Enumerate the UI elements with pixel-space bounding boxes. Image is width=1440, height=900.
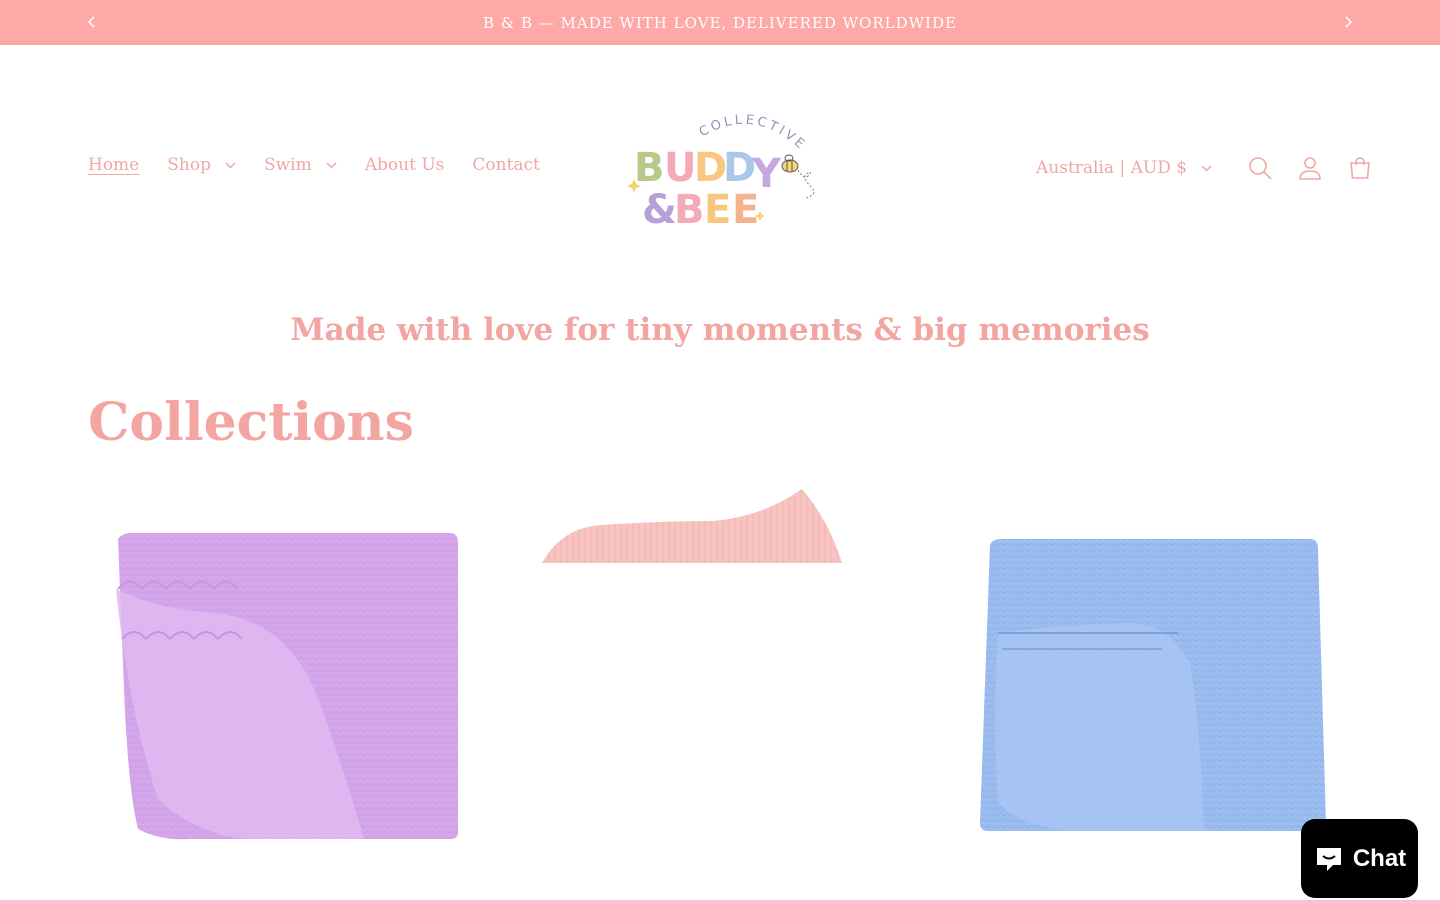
search-button[interactable] xyxy=(1238,146,1282,190)
logo-mark: COLLECTIVE B U D D Y & B E E xyxy=(627,113,815,233)
svg-text:E: E xyxy=(732,187,759,231)
collection-card-pink[interactable] xyxy=(540,489,846,565)
svg-text:B: B xyxy=(634,145,665,191)
svg-text:U: U xyxy=(664,145,696,191)
nav-item-label: Shop xyxy=(167,155,211,175)
account-button[interactable] xyxy=(1288,146,1332,190)
cart-icon xyxy=(1350,157,1370,179)
collection-image xyxy=(88,489,480,869)
collection-image xyxy=(968,489,1340,841)
nav-item-contact[interactable]: Contact xyxy=(472,155,540,175)
nav-item-label: Swim xyxy=(263,155,312,175)
chevron-down-icon xyxy=(326,161,337,169)
svg-text:&: & xyxy=(642,187,677,231)
nav-item-label: Contact xyxy=(472,155,540,175)
main-nav: Home Shop Swim About Us Contact xyxy=(88,155,568,175)
chevron-down-icon xyxy=(1201,164,1212,172)
country-selector-label: Australia | AUD $ xyxy=(1036,158,1188,178)
nav-item-shop[interactable]: Shop xyxy=(167,155,236,175)
nav-item-home[interactable]: Home xyxy=(88,155,139,175)
collection-image xyxy=(542,489,842,563)
collection-card-blue[interactable] xyxy=(968,489,1340,841)
chevron-left-icon xyxy=(87,16,95,28)
svg-text:E: E xyxy=(704,187,731,231)
tagline: Made with love for tiny moments & big me… xyxy=(290,312,1150,348)
nav-item-label: About Us xyxy=(364,155,445,175)
chat-button[interactable]: Chat xyxy=(1301,819,1418,898)
country-selector[interactable]: Australia | AUD $ xyxy=(1036,158,1212,178)
collection-card-lavender[interactable] xyxy=(88,489,480,869)
account-icon xyxy=(1299,157,1321,180)
announcement-next-button[interactable] xyxy=(1337,11,1359,33)
nav-item-about-us[interactable]: About Us xyxy=(365,155,445,175)
nav-item-swim[interactable]: Swim xyxy=(264,155,337,175)
header-actions: Australia | AUD $ xyxy=(1036,146,1382,190)
announcement-bar: B & B — MADE WITH LOVE, DELIVERED WORLDW… xyxy=(0,0,1440,45)
nav-item-label: Home xyxy=(88,155,140,175)
svg-text:B: B xyxy=(674,187,705,231)
cart-button[interactable] xyxy=(1338,146,1382,190)
brand-logo[interactable]: COLLECTIVE B U D D Y & B E E xyxy=(624,107,816,233)
announcement-prev-button[interactable] xyxy=(81,11,103,33)
chevron-down-icon xyxy=(225,161,236,169)
announcement-text: B & B — MADE WITH LOVE, DELIVERED WORLDW… xyxy=(483,13,957,32)
chevron-right-icon xyxy=(1345,16,1353,28)
chat-bubble-icon xyxy=(1313,844,1345,874)
chat-button-label: Chat xyxy=(1352,844,1407,872)
site-header: Home Shop Swim About Us Contact COLLECTI… xyxy=(0,45,1440,291)
collections-title: Collections xyxy=(88,392,414,453)
search-icon xyxy=(1249,157,1272,180)
